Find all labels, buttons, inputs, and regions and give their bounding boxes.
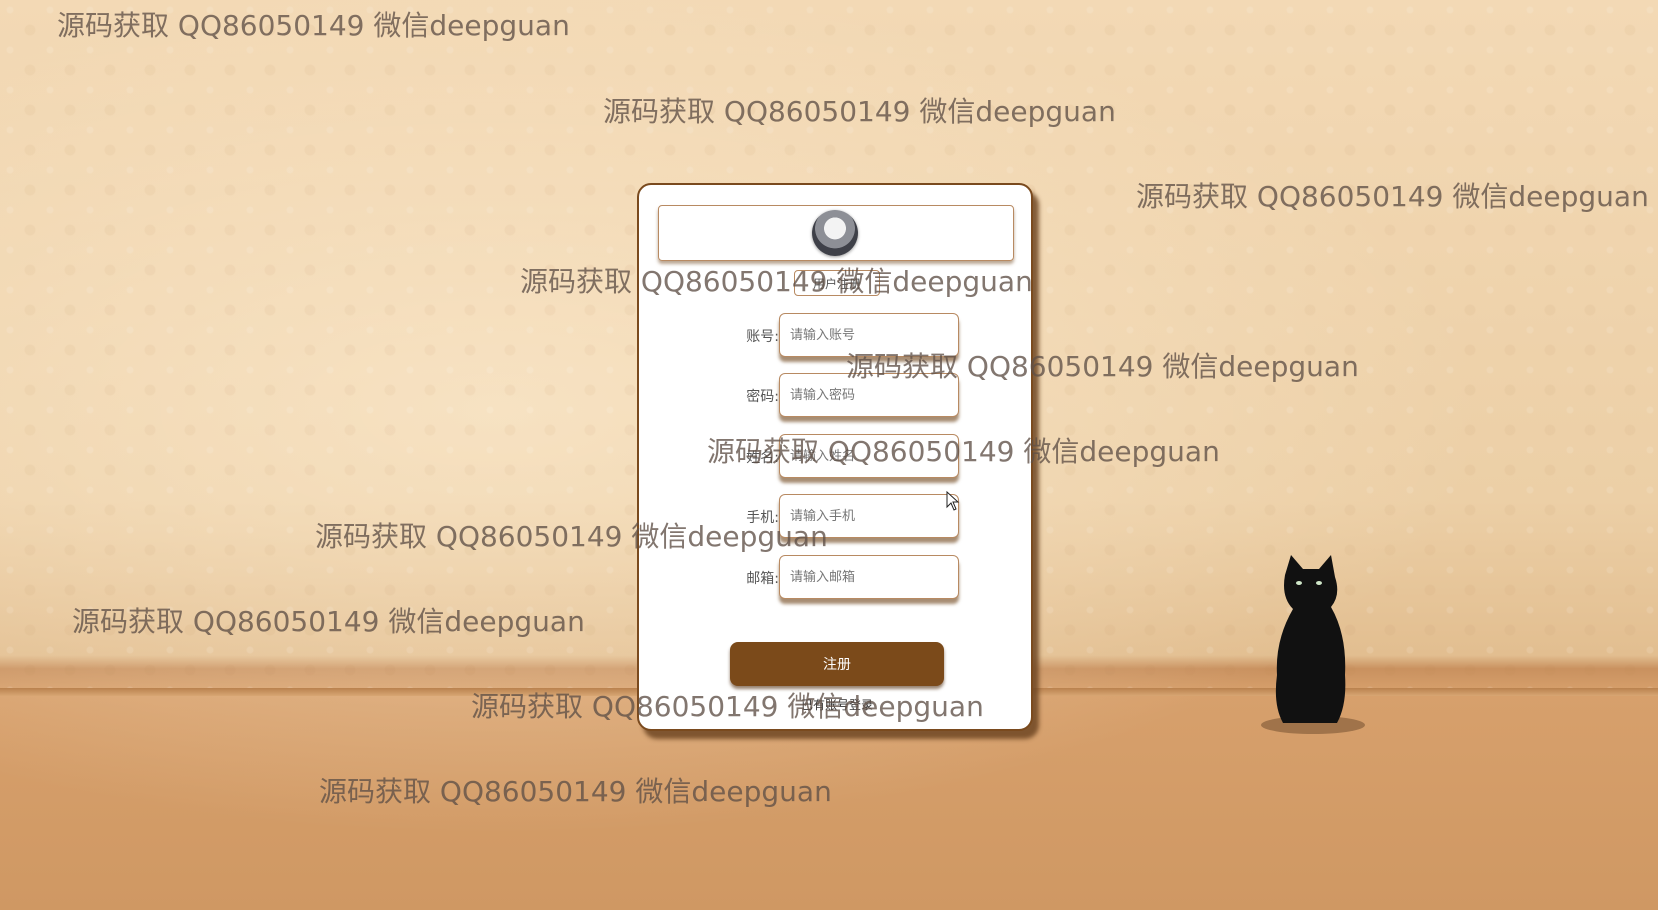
avatar[interactable] [812,210,858,256]
account-label: 账号: [746,329,779,345]
watermark: 源码获取 QQ86050149 微信deepguan [319,775,832,808]
name-row: 姓名: [639,434,1035,480]
password-row: 密码: [639,373,1035,419]
name-label: 姓名: [746,450,779,466]
account-row: 账号: [639,313,1035,359]
phone-row: 手机: [639,494,1035,540]
password-label: 密码: [746,389,779,405]
mouse-cursor-icon [946,491,960,511]
email-row: 邮箱: [639,555,1035,601]
name-input[interactable] [779,434,959,478]
email-input[interactable] [779,555,959,599]
register-button[interactable]: 注册 [730,642,944,686]
account-input[interactable] [779,313,959,357]
login-link[interactable]: 已有账号登录 [737,696,937,713]
email-label: 邮箱: [746,571,779,587]
avatar-box [658,205,1014,261]
role-button[interactable]: 用户注册 [794,270,880,296]
password-input[interactable] [779,373,959,417]
register-card: 用户注册 账号: 密码: 姓名: 手机: 邮箱: 注册 已有账号登录 [637,183,1033,731]
phone-label: 手机: [746,510,779,526]
black-cat-image [1261,555,1365,734]
phone-input[interactable] [779,494,959,538]
